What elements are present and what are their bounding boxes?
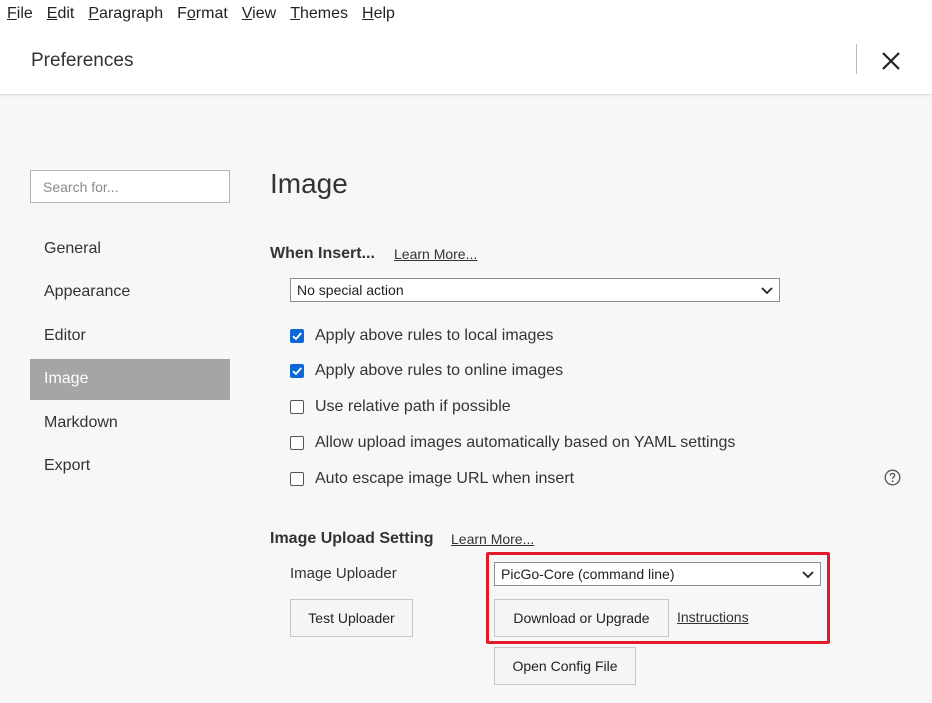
sidebar-item-image[interactable]: Image [30,358,230,400]
when-insert-selected-value: No special action [297,282,404,298]
sidebar-item-label: General [44,239,101,257]
menu-file[interactable]: File [0,5,39,23]
header-divider [856,44,857,74]
close-icon [882,52,900,70]
when-insert-label: When Insert... [270,245,375,262]
menu-edit[interactable]: Edit [39,5,81,23]
close-button[interactable] [876,46,906,76]
checkbox-online-images[interactable] [290,364,304,378]
upload-learn-more-link[interactable]: Learn More... [451,531,534,547]
checkbox-label: Apply above rules to online images [315,362,564,379]
preferences-header: Preferences [0,28,932,95]
checkbox-row-yaml-upload[interactable]: Allow upload images automatically based … [290,433,735,453]
question-circle-icon[interactable] [884,469,901,486]
sidebar-item-label: Markdown [44,413,118,431]
sidebar-item-markdown[interactable]: Markdown [30,402,230,443]
chevron-down-icon [761,287,773,295]
checkbox-relative-path[interactable] [290,400,304,414]
upload-setting-label: Image Upload Setting [270,530,434,547]
checkbox-local-images[interactable] [290,329,304,343]
image-uploader-label: Image Uploader [290,565,397,582]
section-title: Image [270,168,348,199]
checkbox-auto-escape[interactable] [290,472,304,486]
checkbox-label: Use relative path if possible [315,398,511,415]
search-input[interactable] [30,170,230,203]
menu-view[interactable]: View [234,5,282,23]
checkbox-row-auto-escape[interactable]: Auto escape image URL when insert [290,469,574,489]
checkbox-row-local-images[interactable]: Apply above rules to local images [290,326,553,346]
sidebar-item-label: Export [44,457,91,474]
menu-format[interactable]: Format [169,5,234,23]
menu-bar: File Edit Paragraph Format View Themes H… [0,0,932,28]
sidebar-nav: General Appearance Editor Image Markdown… [30,228,230,489]
sidebar-item-export[interactable]: Export [30,446,230,487]
checkbox-label: Apply above rules to local images [315,327,554,344]
test-uploader-button[interactable]: Test Uploader [290,599,413,637]
checkbox-row-online-images[interactable]: Apply above rules to online images [290,361,563,381]
sidebar-item-general[interactable]: General [30,228,230,269]
open-config-file-button[interactable]: Open Config File [494,647,636,685]
menu-themes[interactable]: Themes [282,5,354,23]
sidebar-item-editor[interactable]: Editor [30,315,230,356]
check-icon [292,332,302,341]
sidebar-item-label: Image [44,370,89,387]
highlight-annotation-box [486,552,830,644]
sidebar-item-appearance[interactable]: Appearance [30,272,230,313]
sidebar-item-label: Appearance [44,283,131,300]
sidebar-item-label: Editor [44,326,86,344]
check-icon [292,367,302,376]
checkbox-row-relative-path[interactable]: Use relative path if possible [290,397,511,417]
menu-help[interactable]: Help [354,5,401,23]
page-title: Preferences [31,50,134,71]
menu-paragraph[interactable]: Paragraph [80,5,169,23]
checkbox-label: Auto escape image URL when insert [315,470,575,487]
when-insert-learn-more-link[interactable]: Learn More... [394,246,477,262]
checkbox-yaml-upload[interactable] [290,436,304,450]
when-insert-select[interactable]: No special action [290,278,780,302]
checkbox-label: Allow upload images automatically based … [315,434,736,451]
